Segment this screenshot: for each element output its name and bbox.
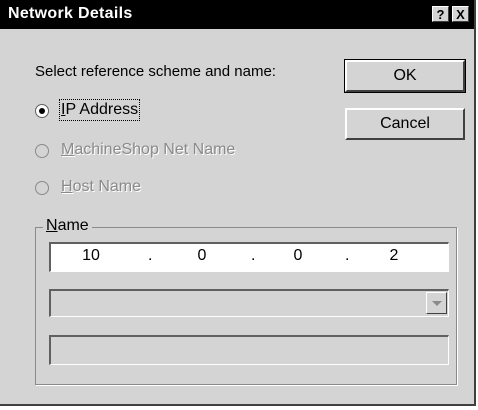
ip-octet-4[interactable]: 2 [369,247,419,265]
radio-machineshop-net-name-indicator[interactable] [35,144,49,158]
name-text-field[interactable] [49,335,449,365]
name-group-label: Name [43,217,92,235]
radio-host-name-label[interactable]: Host Name [61,178,141,196]
ok-button[interactable]: OK [344,59,466,93]
network-details-dialog: Network Details ? X Select reference sch… [0,0,476,406]
radio-ip-address-indicator[interactable] [35,104,49,118]
ip-octet-2[interactable]: 0 [177,247,227,265]
window-title: Network Details [8,5,133,22]
title-bar[interactable]: Network Details ? X [0,0,474,29]
ip-separator: . [148,247,153,264]
ip-separator: . [345,247,350,264]
radio-host-name-indicator[interactable] [35,181,49,195]
radio-machineshop-net-name-label[interactable]: MachineShop Net Name [61,141,235,159]
cancel-button[interactable]: Cancel [345,108,465,140]
ip-octet-1[interactable]: 10 [66,247,116,265]
radio-ip-address-label[interactable]: IP Address [58,99,141,121]
close-button[interactable]: X [452,6,469,22]
help-button[interactable]: ? [432,6,449,22]
prompt-label: Select reference scheme and name: [35,63,276,80]
radio-selected-dot [39,108,45,114]
ip-separator: . [251,247,256,264]
chevron-down-icon [432,301,442,306]
combobox-dropdown-button[interactable] [426,292,447,314]
ip-address-field[interactable]: 10 . 0 . 0 . 2 [49,242,449,272]
ip-octet-3[interactable]: 0 [273,247,323,265]
name-combobox[interactable] [49,289,449,317]
